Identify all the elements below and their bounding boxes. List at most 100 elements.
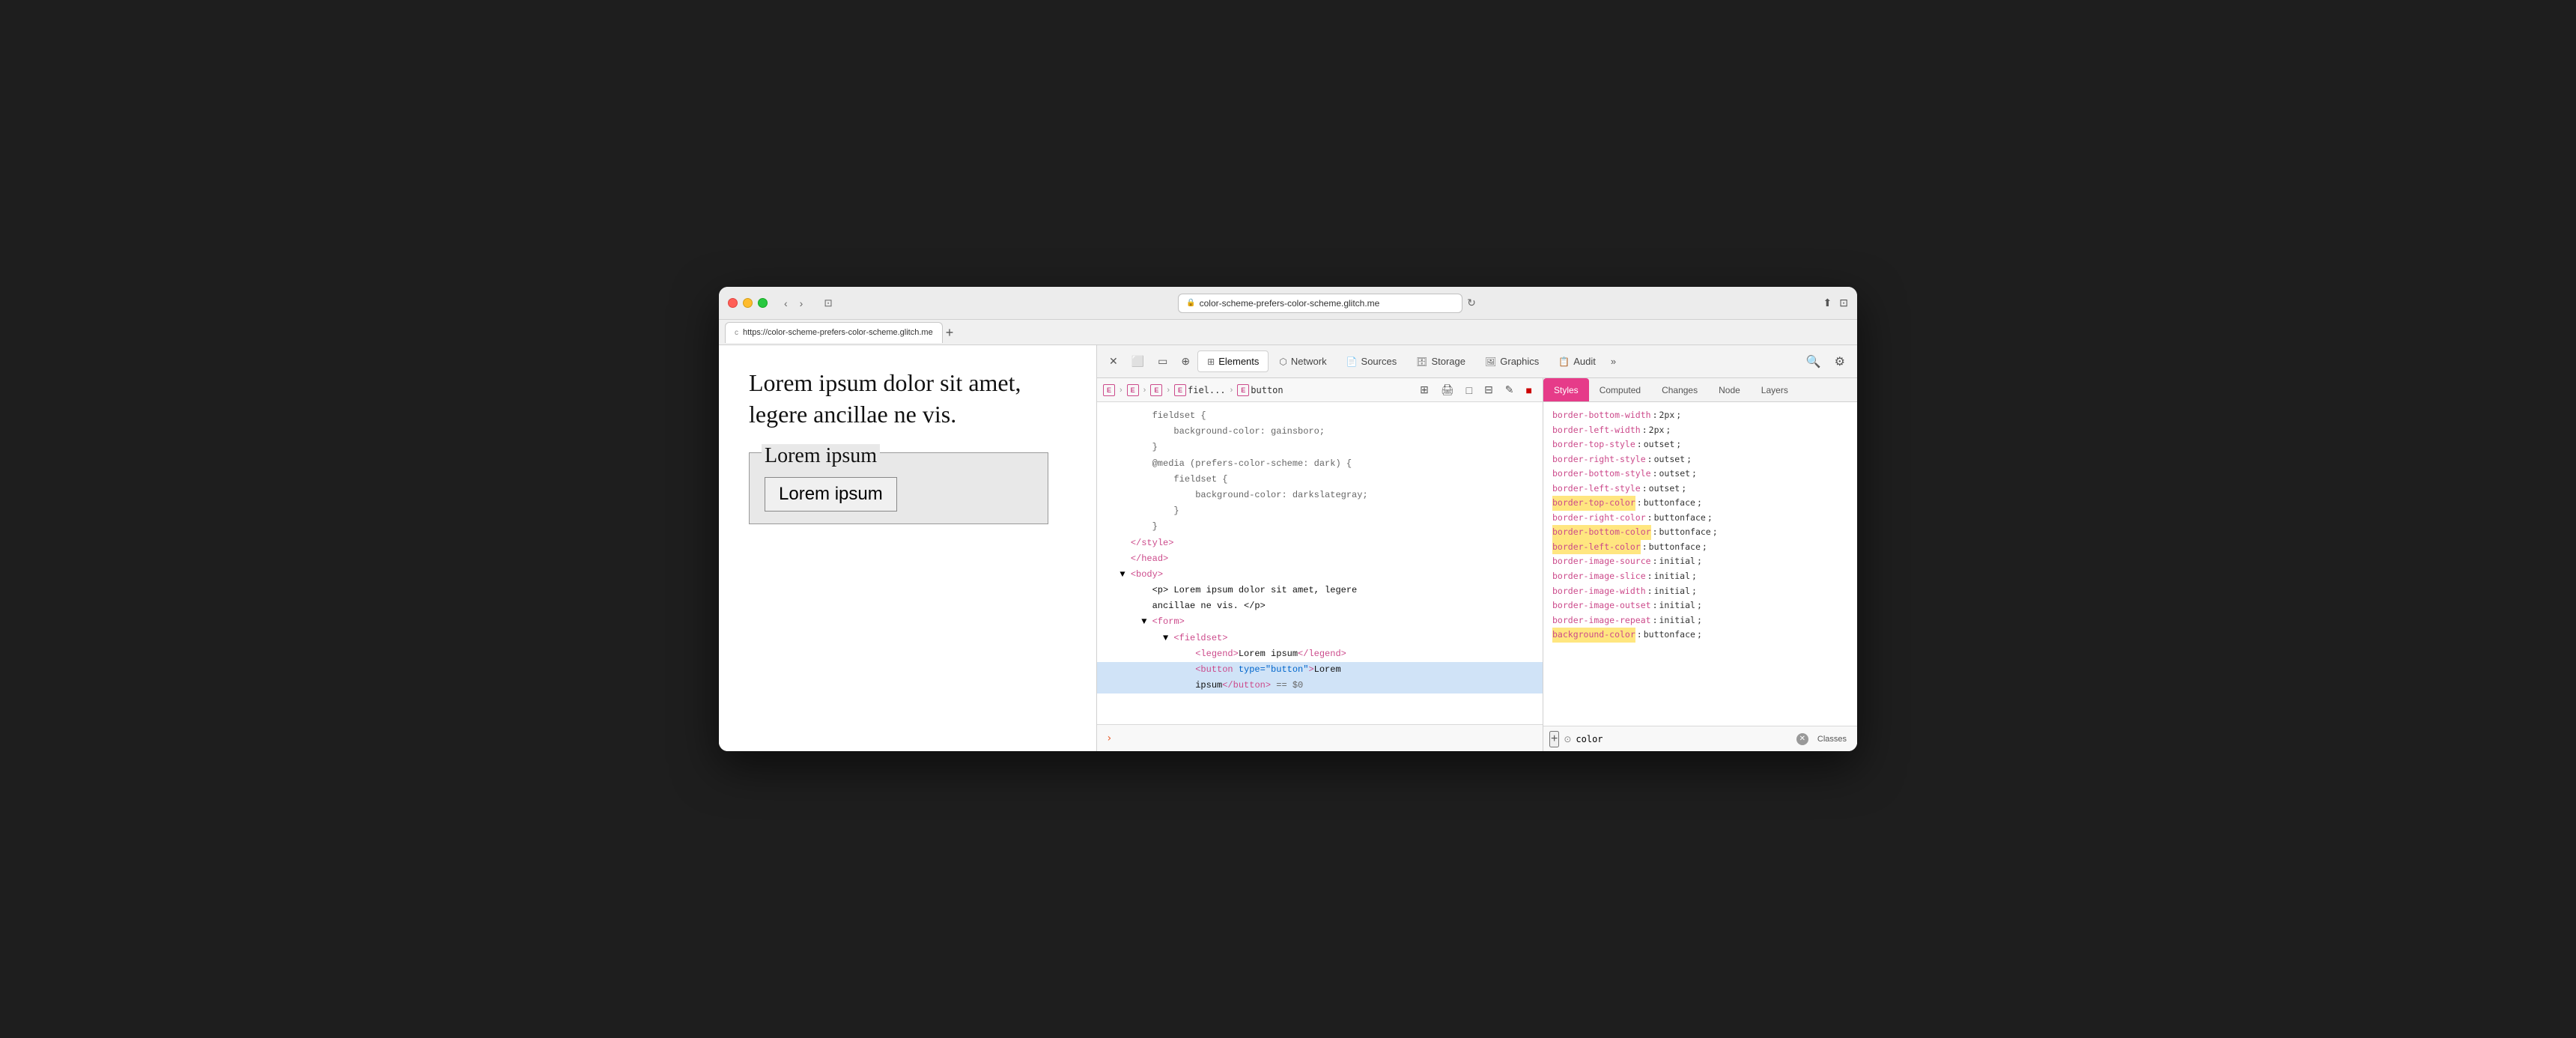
style-prop-border-image-width: border-image-width : initial ; (1552, 584, 1848, 599)
tab-audit[interactable]: 📋 Audit (1549, 351, 1605, 371)
prop-name-highlighted: background-color (1552, 628, 1635, 643)
prop-name: border-bottom-width (1552, 408, 1651, 423)
devtools-toolbar: ✕ ⬜ ▭ ⊕ ⊞ Elements ⬡ Network 📄 Sources 🗄 (1097, 345, 1857, 378)
prop-name: border-image-width (1552, 584, 1646, 599)
filter-clear-button[interactable]: ✕ (1796, 733, 1808, 745)
devtools-search-button[interactable]: 🔍 (1800, 351, 1827, 372)
maximize-button[interactable] (758, 298, 768, 308)
breadcrumb-box-tool[interactable]: □ (1462, 382, 1477, 398)
close-button[interactable] (728, 298, 738, 308)
prop-name-highlighted: border-left-color (1552, 540, 1641, 555)
code-line-selected-2[interactable]: ipsum</button> == $0 (1097, 678, 1543, 693)
breadcrumb-item-2[interactable]: E (1127, 384, 1139, 396)
style-prop-border-image-slice: border-image-slice : initial ; (1552, 569, 1848, 584)
console-input[interactable] (1118, 733, 1534, 744)
prop-name: border-right-style (1552, 452, 1646, 467)
style-prop-border-image-source: border-image-source : initial ; (1552, 554, 1848, 569)
reload-button[interactable]: ↻ (1467, 294, 1476, 313)
forward-button[interactable]: › (795, 296, 808, 311)
breadcrumb-element-box-5: E (1237, 384, 1249, 396)
code-line-selected-1[interactable]: <button type="button">Lorem (1097, 662, 1543, 678)
prop-value: 2px (1649, 423, 1665, 438)
breadcrumb-color-tool[interactable]: ■ (1522, 382, 1537, 398)
styles-properties: border-bottom-width : 2px ; border-left-… (1543, 402, 1857, 726)
console-prompt-icon: › (1106, 732, 1112, 744)
breadcrumb-print-tool[interactable]: 🖨 (1436, 382, 1459, 398)
code-line: fieldset { (1097, 472, 1543, 488)
tab-computed[interactable]: Computed (1589, 378, 1651, 401)
prop-value: outset (1654, 452, 1686, 467)
code-line: ▼ <form> (1097, 614, 1543, 630)
storage-tab-icon: 🗄 (1416, 356, 1427, 367)
code-line: } (1097, 503, 1543, 519)
styles-filter-input[interactable] (1576, 734, 1791, 744)
audit-tab-icon: 📋 (1558, 356, 1570, 367)
devtools-content: E › E › E › E fiel... (1097, 378, 1857, 751)
devtools-close-button[interactable]: ✕ (1103, 352, 1124, 371)
tab-layers[interactable]: Layers (1751, 378, 1799, 401)
style-prop-border-image-repeat: border-image-repeat : initial ; (1552, 613, 1848, 628)
breadcrumb-element-box-2: E (1127, 384, 1139, 396)
breadcrumb-tools: ⊞ 🖨 □ ⊟ ✎ ■ (1415, 382, 1537, 398)
prop-value: initial (1659, 613, 1695, 628)
prop-value: 2px (1659, 408, 1675, 423)
breadcrumb-label-5: button (1251, 385, 1283, 395)
share-button[interactable]: ⬆ (1823, 297, 1832, 309)
prop-name: border-bottom-style (1552, 467, 1651, 482)
back-button[interactable]: ‹ (780, 296, 792, 311)
breadcrumb-item-3[interactable]: E (1150, 384, 1162, 396)
tab-elements[interactable]: ⊞ Elements (1197, 350, 1269, 372)
new-tab-button[interactable]: + (946, 326, 954, 339)
breadcrumb-item-5[interactable]: E button (1237, 384, 1283, 396)
code-line: ▼ <fieldset> (1097, 631, 1543, 646)
tab-node[interactable]: Node (1708, 378, 1751, 401)
devtools-dock-right[interactable]: ▭ (1152, 352, 1173, 371)
style-prop-border-bottom-style: border-bottom-style : outset ; (1552, 467, 1848, 482)
style-prop-border-bottom-width: border-bottom-width : 2px ; (1552, 408, 1848, 423)
prop-name-highlighted: border-bottom-color (1552, 525, 1651, 540)
classes-button[interactable]: Classes (1813, 733, 1851, 745)
prop-value: outset (1659, 467, 1691, 482)
code-line: <legend>Lorem ipsum</legend> (1097, 646, 1543, 662)
code-line: } (1097, 440, 1543, 455)
prop-value: buttonface (1644, 628, 1695, 643)
storage-tab-label: Storage (1431, 356, 1465, 367)
add-style-button[interactable]: + (1549, 731, 1559, 747)
code-line: fieldset { (1097, 408, 1543, 424)
sidebar-toggle-button[interactable]: ⊡ (819, 296, 836, 311)
address-bar[interactable]: 🔒 color-scheme-prefers-color-scheme.glit… (1178, 294, 1462, 313)
html-code-view[interactable]: fieldset { background-color: gainsboro; … (1097, 402, 1543, 724)
browser-tab[interactable]: c https://color-scheme-prefers-color-sch… (725, 322, 943, 343)
breadcrumb-grid-tool[interactable]: ⊞ (1415, 382, 1433, 398)
breadcrumb-pen-tool[interactable]: ✎ (1501, 382, 1519, 398)
prop-value: outset (1644, 437, 1675, 452)
tab-sources[interactable]: 📄 Sources (1337, 351, 1406, 371)
styles-filter-bar: + ⊙ ✕ Classes (1543, 726, 1857, 751)
page-paragraph: Lorem ipsum dolor sit amet, legere ancil… (749, 368, 1066, 430)
more-tabs-button[interactable]: » (1606, 353, 1620, 370)
breadcrumb-item-4[interactable]: E fiel... (1174, 384, 1226, 396)
filter-icon: ⊙ (1564, 734, 1571, 744)
code-line: ▼ <body> (1097, 567, 1543, 583)
nav-buttons: ‹ › (780, 296, 807, 311)
new-window-button[interactable]: ⊡ (1839, 297, 1848, 309)
tab-styles[interactable]: Styles (1543, 378, 1589, 401)
network-tab-icon: ⬡ (1279, 356, 1287, 367)
breadcrumb-grid2-tool[interactable]: ⊟ (1480, 382, 1498, 398)
prop-name: border-left-style (1552, 482, 1641, 497)
tab-network[interactable]: ⬡ Network (1270, 351, 1335, 371)
tab-storage[interactable]: 🗄 Storage (1407, 351, 1474, 371)
devtools-select-element[interactable]: ⊕ (1175, 352, 1196, 371)
main-content: Lorem ipsum dolor sit amet, legere ancil… (719, 345, 1857, 751)
devtools-dock-bottom[interactable]: ⬜ (1126, 352, 1150, 371)
styles-panel: Styles Computed Changes Node Layers bord… (1543, 378, 1857, 751)
graphics-tab-label: Graphics (1500, 356, 1539, 367)
tab-changes[interactable]: Changes (1651, 378, 1708, 401)
preview-button[interactable]: Lorem ipsum (765, 477, 897, 512)
breadcrumb-item-1[interactable]: E (1103, 384, 1115, 396)
prop-value: buttonface (1644, 496, 1695, 511)
minimize-button[interactable] (743, 298, 753, 308)
tab-graphics[interactable]: 🖼 Graphics (1476, 351, 1548, 371)
style-prop-background-color: background-color : buttonface ; (1552, 628, 1848, 643)
devtools-settings-button[interactable]: ⚙ (1829, 351, 1851, 372)
